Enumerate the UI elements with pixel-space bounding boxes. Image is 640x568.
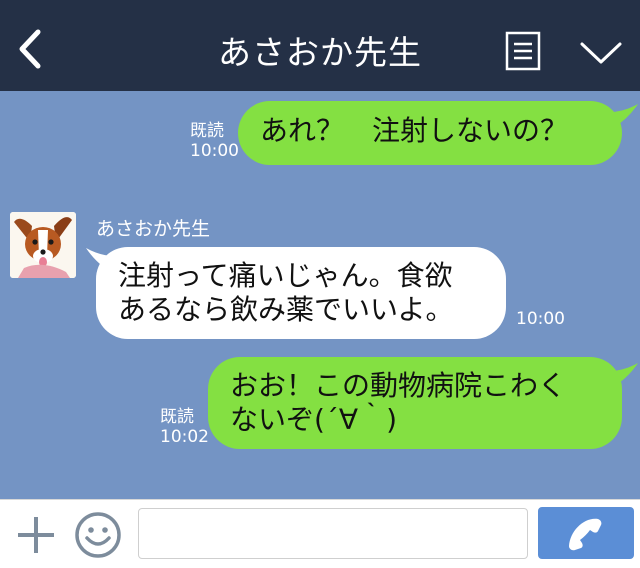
chevron-down-icon — [580, 42, 622, 64]
back-button[interactable] — [14, 28, 46, 70]
message-text-line: 注射って痛いじゃん。食欲 — [118, 259, 453, 292]
read-label: 既読 — [160, 407, 194, 427]
message-time: 10:00 — [190, 141, 239, 161]
message-bubble-outgoing[interactable]: おお！この動物病院こわく ないぞ(´∀｀) — [208, 357, 622, 449]
plus-icon — [18, 517, 54, 553]
sender-name: あさおか先生 — [96, 218, 211, 240]
message-text-line: あるなら飲み薬でいいよ。 — [118, 293, 454, 326]
message-meta: 既読 10:00 — [190, 121, 239, 161]
message-text-line: ないぞ(´∀｀) — [230, 403, 398, 436]
phone-icon — [569, 518, 602, 551]
chat-title: あさおか先生 — [218, 33, 422, 72]
chat-header: あさおか先生 — [0, 0, 640, 91]
message-meta: 既読 10:02 — [160, 407, 209, 447]
read-label: 既読 — [190, 121, 224, 141]
input-bar — [0, 499, 640, 568]
avatar[interactable] — [10, 212, 76, 278]
message-input[interactable] — [138, 508, 528, 559]
add-button[interactable] — [16, 515, 56, 555]
chat-area[interactable]: あれ？ 注射しないの？ 既読 10:00 あさおか先生 注射って痛いじゃん。食欲… — [0, 91, 640, 499]
menu-button[interactable] — [505, 31, 541, 71]
message-text-line: おお！この動物病院こわく — [230, 369, 567, 402]
message-bubble-outgoing[interactable]: あれ？ 注射しないの？ — [238, 101, 622, 165]
call-button[interactable] — [538, 507, 634, 559]
dog-avatar-icon — [10, 212, 76, 278]
message-time: 10:02 — [160, 427, 209, 447]
menu-icon — [505, 31, 541, 71]
message-text: あれ？ 注射しないの？ — [260, 114, 569, 147]
emoji-button[interactable] — [74, 511, 122, 559]
emoji-icon — [75, 512, 121, 558]
back-chevron-icon — [19, 29, 41, 69]
collapse-button[interactable] — [578, 36, 624, 66]
message-time: 10:00 — [516, 309, 565, 329]
message-bubble-incoming[interactable]: 注射って痛いじゃん。食欲 あるなら飲み薬でいいよ。 — [96, 247, 506, 339]
